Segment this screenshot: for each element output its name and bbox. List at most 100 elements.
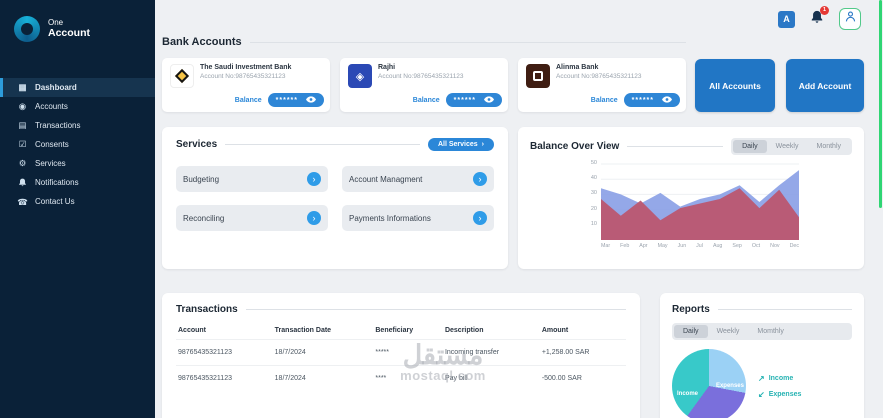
balance-tabs: Daily Weekly Monthly <box>731 138 852 155</box>
legend-item-expenses: ↙ Expenses <box>758 390 801 399</box>
notifications-button[interactable]: 1 <box>810 5 829 29</box>
alinma-bank-logo <box>526 64 550 88</box>
divider <box>245 309 626 310</box>
cell-description: Pay bill <box>442 365 540 391</box>
add-account-button[interactable]: Add Account <box>786 59 864 112</box>
col-account: Account <box>178 327 206 334</box>
service-label: Account Managment <box>349 174 423 184</box>
sidebar-item-transactions[interactable]: ▤ Transactions <box>0 116 155 135</box>
masked-balance: ****** <box>631 96 654 104</box>
trend-down-icon: ↙ <box>758 389 765 399</box>
eye-icon[interactable] <box>484 95 494 105</box>
pie-slice-label-income: Income <box>677 391 699 397</box>
sidebar: One Account ▦ Dashboard ◉ Accounts ▤ Tra… <box>0 0 155 418</box>
chart-x-axis: Mar Feb Apr May Jun Jul Aug Sep Oct Nov Dec <box>601 243 799 249</box>
balance-reveal[interactable]: ****** <box>623 93 680 107</box>
balance-reveal[interactable]: ****** <box>445 93 502 107</box>
service-item-payments-informations[interactable]: Payments Informations › <box>342 205 494 231</box>
eye-icon[interactable] <box>306 95 316 105</box>
bank-accounts-header: Bank Accounts <box>162 36 686 48</box>
divider <box>225 144 420 145</box>
account-card-rajhi: ◈ Rajhi Account No:98765435321123 Balanc… <box>340 58 508 112</box>
sidebar-item-label: Transactions <box>35 121 81 130</box>
chevron-right-icon[interactable]: › <box>307 211 321 225</box>
col-amount: Amount <box>541 327 569 334</box>
bank-name: Rajhi <box>378 64 396 71</box>
services-card: Services All Services › Budgeting › Acco… <box>162 127 508 269</box>
sidebar-item-accounts[interactable]: ◉ Accounts <box>0 97 155 116</box>
cell-beneficiary: ***** <box>373 339 443 366</box>
service-label: Payments Informations <box>349 213 431 223</box>
translate-icon[interactable]: A <box>778 10 795 28</box>
sidebar-item-dashboard[interactable]: ▦ Dashboard <box>0 78 155 97</box>
col-description: Description <box>444 327 484 334</box>
trend-up-icon: ↗ <box>758 373 765 383</box>
profile-button[interactable] <box>839 8 861 30</box>
dashboard-icon: ▦ <box>18 82 27 93</box>
sidebar-item-notifications[interactable]: Notifications <box>0 173 155 192</box>
balance-reveal[interactable]: ****** <box>267 93 324 107</box>
cell-description: Incoming transfer <box>442 339 540 366</box>
cell-amount: +1,258.00 SAR <box>539 339 626 366</box>
logo-text: One Account <box>48 18 90 39</box>
tab-daily[interactable]: Daily <box>674 325 708 338</box>
chevron-right-icon[interactable]: › <box>473 211 487 225</box>
account-number: Account No:98765435321123 <box>378 73 464 80</box>
cell-account: 98765435321123 <box>176 365 273 391</box>
user-icon <box>844 10 857 28</box>
divider <box>627 146 724 147</box>
scrollbar-thumb[interactable] <box>879 0 882 208</box>
col-transaction-date: Transaction Date <box>274 327 332 334</box>
rajhi-bank-logo: ◈ <box>348 64 372 88</box>
balance-label: Balance <box>590 96 618 104</box>
account-number: Account No:98765435321123 <box>200 73 286 80</box>
saudi-investment-bank-logo <box>170 64 194 88</box>
accounts-icon: ◉ <box>18 101 27 112</box>
cell-date: 18/7/2024 <box>272 365 374 391</box>
cell-amount: -500.00 SAR <box>539 365 626 391</box>
pie-legend: ↗ Income ↙ Expenses <box>758 374 801 399</box>
sidebar-item-services[interactable]: ⚙ Services <box>0 154 155 173</box>
col-beneficiary: Beneficiary <box>375 327 414 334</box>
reports-title: Reports <box>672 304 710 315</box>
tab-weekly[interactable]: Weekly <box>767 140 808 153</box>
service-item-budgeting[interactable]: Budgeting › <box>176 166 328 192</box>
account-card-alinma: Alinma Bank Account No:98765435321123 Ba… <box>518 58 686 112</box>
transactions-icon: ▤ <box>18 120 27 131</box>
tab-monthly[interactable]: Momthly <box>748 325 792 338</box>
legend-label: Expenses <box>768 390 802 398</box>
masked-balance: ****** <box>453 96 476 104</box>
chevron-right-icon[interactable]: › <box>473 172 487 186</box>
service-label: Reconciling <box>183 213 225 223</box>
table-header-row: Account Transaction Date Beneficiary Des… <box>176 322 626 340</box>
logo-icon <box>14 16 40 42</box>
tab-daily[interactable]: Daily <box>733 140 767 153</box>
cell-beneficiary: **** <box>373 365 443 391</box>
service-item-reconciling[interactable]: Reconciling › <box>176 205 328 231</box>
divider <box>717 309 852 310</box>
account-number: Account No:98765435321123 <box>556 73 642 80</box>
balance-area-chart: 50 40 30 20 10 Mar Feb Apr May Jun Jul Aug Sep Oct No… <box>583 160 799 249</box>
tab-weekly[interactable]: Weekly <box>708 325 749 338</box>
chevron-right-icon[interactable]: › <box>307 172 321 186</box>
dashboard-page: One Account ▦ Dashboard ◉ Accounts ▤ Tra… <box>0 0 883 418</box>
sidebar-item-label: Consents <box>35 140 69 149</box>
tab-monthly[interactable]: Monthly <box>807 140 850 153</box>
services-grid: Budgeting › Account Managment › Reconcil… <box>176 166 494 231</box>
sidebar-item-consents[interactable]: ☑ Consents <box>0 135 155 154</box>
sidebar-item-contact-us[interactable]: ☎ Contact Us <box>0 192 155 211</box>
sidebar-item-label: Accounts <box>35 102 68 111</box>
sidebar-item-label: Dashboard <box>35 83 77 92</box>
all-accounts-button[interactable]: All Accounts <box>695 59 775 112</box>
consents-icon: ☑ <box>18 139 27 150</box>
all-services-button[interactable]: All Services › <box>427 138 494 151</box>
area-chart-svg <box>601 163 799 240</box>
services-icon: ⚙ <box>18 158 27 169</box>
service-item-account-management[interactable]: Account Managment › <box>342 166 494 192</box>
eye-icon[interactable] <box>662 95 672 105</box>
sidebar-item-label: Contact Us <box>35 197 75 207</box>
masked-balance: ****** <box>275 96 298 104</box>
bank-name: Alinma Bank <box>556 64 599 71</box>
services-title: Services <box>176 139 218 150</box>
transactions-title: Transactions <box>176 304 238 315</box>
